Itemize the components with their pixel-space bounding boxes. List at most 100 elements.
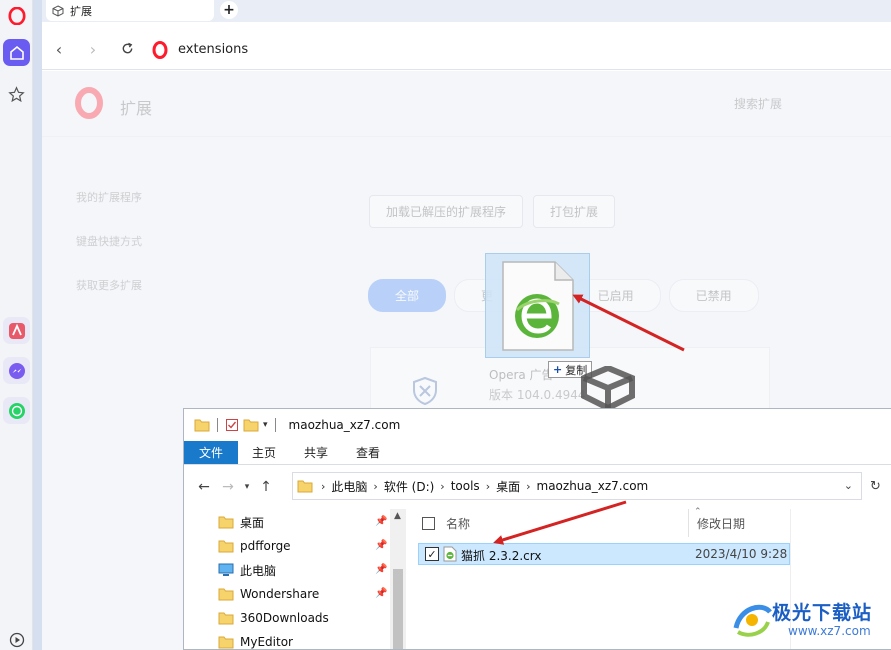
file-row[interactable]: ✓ 猫抓 2.3.2.crx 2023/4/10 9:28 bbox=[418, 543, 790, 565]
nav-item-myeditor[interactable]: MyEditor bbox=[218, 631, 293, 650]
opera-logo-icon bbox=[7, 6, 26, 25]
explorer-back-button[interactable]: ← bbox=[192, 479, 216, 495]
recent-locations-button[interactable]: ▾ bbox=[240, 482, 254, 492]
aria-app-button[interactable] bbox=[3, 317, 30, 344]
chevron-left-icon: ‹ bbox=[55, 40, 63, 59]
link-keyboard-shortcuts[interactable]: 键盘快捷方式 bbox=[76, 233, 142, 249]
site-identity[interactable] bbox=[152, 40, 172, 59]
developer-buttons: 加载已解压的扩展程序 打包扩展 bbox=[369, 195, 616, 228]
breadcrumb-separator[interactable]: › bbox=[526, 480, 530, 493]
breadcrumb-separator[interactable]: › bbox=[486, 480, 490, 493]
checkmark-icon: ✓ bbox=[427, 547, 437, 561]
quick-access-toolbar: ▾ maozhua_xz7.com bbox=[184, 409, 891, 441]
link-get-more-extensions[interactable]: 获取更多扩展 bbox=[76, 277, 142, 293]
separator bbox=[274, 418, 276, 432]
column-modified[interactable]: 修改日期 bbox=[688, 509, 745, 537]
pin-icon[interactable]: 📌 bbox=[375, 564, 387, 575]
opera-logo-icon bbox=[75, 87, 103, 119]
page-title: 扩展 bbox=[120, 99, 153, 118]
pin-icon[interactable]: 📌 bbox=[375, 516, 387, 527]
breadcrumb-separator[interactable]: › bbox=[373, 480, 377, 493]
ribbon-tab-file[interactable]: 文件 bbox=[184, 441, 239, 464]
filter-disabled[interactable]: 已禁用 bbox=[668, 279, 759, 312]
sidebar-divider bbox=[33, 0, 42, 650]
speed-dial-button[interactable] bbox=[3, 39, 30, 66]
explorer-forward-button[interactable]: → bbox=[216, 479, 240, 495]
navigation-scrollbar[interactable]: ▲ bbox=[390, 509, 406, 649]
tab-title: 扩展 bbox=[70, 4, 92, 18]
new-tab-button[interactable]: + bbox=[220, 1, 238, 19]
file-modified: 2023/4/10 9:28 bbox=[695, 547, 788, 561]
messenger-app-button[interactable] bbox=[3, 357, 30, 384]
breadcrumb-desktop[interactable]: 桌面 bbox=[496, 478, 520, 495]
column-name[interactable]: 名称 bbox=[446, 515, 470, 532]
nav-item-label: Wondershare bbox=[240, 587, 320, 601]
ribbon-tab-home[interactable]: 主页 bbox=[238, 441, 290, 464]
refresh-icon[interactable]: ↻ bbox=[870, 479, 881, 494]
nav-item-pdfforge[interactable]: pdfforge bbox=[218, 535, 291, 557]
navigation-pane: 桌面 📌 pdfforge 📌 此电脑 📌 Wondershare 📌 360D… bbox=[184, 509, 406, 649]
search-extensions-input[interactable]: 搜索扩展 bbox=[734, 95, 782, 112]
pin-icon[interactable]: 📌 bbox=[375, 588, 387, 599]
nav-item-360downloads[interactable]: 360Downloads bbox=[218, 607, 329, 629]
breadcrumb-this-pc[interactable]: 此电脑 bbox=[331, 478, 367, 495]
reload-icon bbox=[122, 42, 132, 54]
ribbon-tab-share[interactable]: 共享 bbox=[290, 441, 342, 464]
nav-item-desktop[interactable]: 桌面 bbox=[218, 511, 264, 533]
reload-button[interactable] bbox=[110, 40, 144, 59]
bookmarks-button[interactable] bbox=[3, 81, 30, 108]
extensions-logo bbox=[74, 87, 104, 122]
tab-bar: 扩展 + bbox=[42, 0, 891, 22]
breadcrumb-drive[interactable]: 软件 (D:) bbox=[384, 478, 434, 495]
navigation-row: ← → ▾ ↑ › 此电脑 › 软件 (D:) › tools › 桌面 › m… bbox=[184, 471, 891, 503]
nav-item-this-pc[interactable]: 此电脑 bbox=[218, 559, 276, 581]
link-my-extensions[interactable]: 我的扩展程序 bbox=[76, 189, 142, 205]
customize-toolbar-icon[interactable]: ▾ bbox=[263, 420, 268, 430]
watermark-cube-icon bbox=[581, 366, 635, 410]
ribbon-tab-view[interactable]: 查看 bbox=[342, 441, 394, 464]
new-folder-icon[interactable] bbox=[243, 418, 259, 432]
pin-icon[interactable]: 📌 bbox=[375, 540, 387, 551]
opera-sidebar bbox=[0, 0, 33, 650]
aria-icon bbox=[8, 322, 25, 339]
play-circle-icon bbox=[9, 632, 24, 647]
nav-item-wondershare[interactable]: Wondershare bbox=[218, 583, 319, 605]
breadcrumb-separator[interactable]: › bbox=[440, 480, 444, 493]
folder-icon bbox=[218, 636, 234, 649]
opera-menu-button[interactable] bbox=[3, 2, 30, 29]
whatsapp-app-button[interactable] bbox=[3, 397, 30, 424]
tab-extensions[interactable]: 扩展 bbox=[46, 0, 214, 21]
back-button[interactable]: ‹ bbox=[42, 40, 76, 59]
nav-item-label: 360Downloads bbox=[240, 611, 329, 625]
folder-icon bbox=[218, 516, 234, 529]
opera-logo-icon bbox=[152, 40, 168, 59]
extension-name: Opera 广告 bbox=[489, 368, 554, 382]
breadcrumb-separator[interactable]: › bbox=[321, 480, 325, 493]
star-icon bbox=[8, 86, 25, 103]
file-name: 猫抓 2.3.2.crx bbox=[461, 549, 542, 563]
breadcrumb-current-folder[interactable]: maozhua_xz7.com bbox=[537, 479, 649, 493]
player-button[interactable] bbox=[3, 626, 30, 650]
pack-extension-button[interactable]: 打包扩展 bbox=[533, 195, 616, 228]
load-unpacked-button[interactable]: 加载已解压的扩展程序 bbox=[369, 195, 524, 228]
arrow-right-icon: → bbox=[222, 479, 234, 495]
file-checkbox[interactable]: ✓ bbox=[425, 547, 439, 561]
scrollbar-thumb[interactable] bbox=[393, 569, 403, 649]
breadcrumb[interactable]: › 此电脑 › 软件 (D:) › tools › 桌面 › maozhua_x… bbox=[292, 472, 862, 500]
nav-item-label: 桌面 bbox=[240, 515, 265, 530]
extensions-side-links: 我的扩展程序 键盘快捷方式 获取更多扩展 bbox=[76, 189, 142, 321]
scroll-up-icon[interactable]: ▲ bbox=[394, 511, 401, 521]
select-all-checkbox[interactable] bbox=[422, 517, 435, 530]
crx-file-icon bbox=[502, 261, 574, 351]
filter-all[interactable]: 全部 bbox=[368, 279, 447, 312]
properties-icon[interactable] bbox=[225, 418, 239, 432]
chevron-down-icon[interactable]: ⌄ bbox=[844, 479, 853, 492]
forward-button[interactable]: › bbox=[76, 40, 110, 59]
chevron-right-icon: › bbox=[89, 40, 97, 59]
up-button[interactable]: ↑ bbox=[254, 479, 278, 495]
url-field[interactable]: extensions bbox=[178, 42, 248, 57]
breadcrumb-tools[interactable]: tools bbox=[451, 479, 480, 493]
plus-icon: + bbox=[223, 2, 235, 18]
dragged-file-ghost bbox=[485, 253, 590, 358]
shield-icon bbox=[413, 376, 437, 406]
